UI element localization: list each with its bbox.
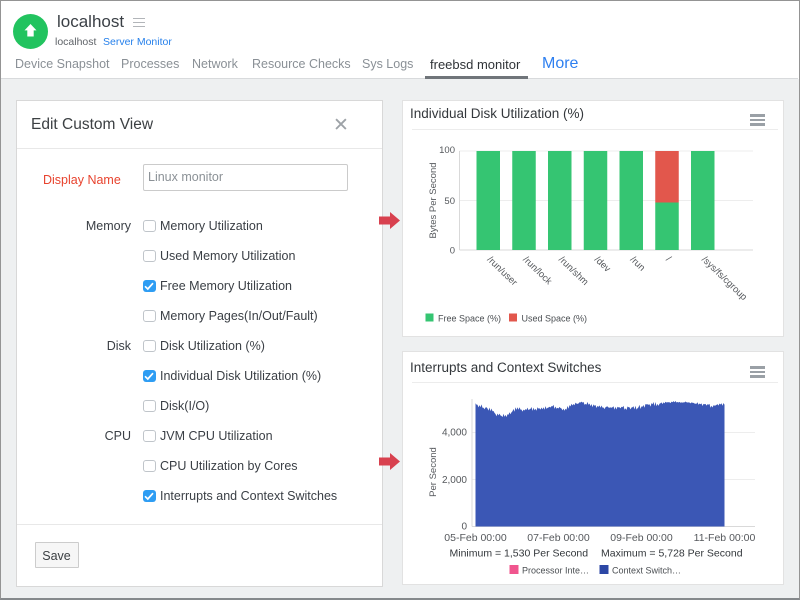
svg-text:Free Space (%): Free Space (%) [438,314,501,324]
svg-text:/: / [663,254,673,264]
svg-text:/run/lock: /run/lock [520,254,554,287]
svg-text:Processor Inte…: Processor Inte… [522,566,589,576]
svg-text:0: 0 [450,246,455,257]
svg-text:/run: /run [628,254,647,273]
svg-text:100: 100 [439,145,455,156]
svg-text:11-Feb 00:00: 11-Feb 00:00 [694,532,756,544]
svg-text:2,000: 2,000 [442,475,467,486]
svg-text:Bytes Per Second: Bytes Per Second [428,162,439,238]
svg-text:Per Second: Per Second [428,447,439,497]
svg-text:Maximum = 5,728 Per Second: Maximum = 5,728 Per Second [601,548,743,560]
svg-text:/sys/fs/cgroup: /sys/fs/cgroup [699,254,749,303]
svg-text:4,000: 4,000 [442,428,467,439]
svg-text:/run/user: /run/user [485,254,520,288]
svg-text:Minimum = 1,530 Per Second: Minimum = 1,530 Per Second [450,548,589,560]
svg-text:0: 0 [461,522,467,533]
svg-text:/dev: /dev [592,254,613,275]
svg-text:07-Feb 00:00: 07-Feb 00:00 [527,532,590,544]
svg-text:Used Space (%): Used Space (%) [522,314,588,324]
svg-text:05-Feb 00:00: 05-Feb 00:00 [444,532,507,544]
svg-text:09-Feb 00:00: 09-Feb 00:00 [610,532,673,544]
svg-text:50: 50 [444,196,455,207]
svg-text:Context Switch…: Context Switch… [612,566,681,576]
svg-text:/run/shm: /run/shm [556,254,590,288]
